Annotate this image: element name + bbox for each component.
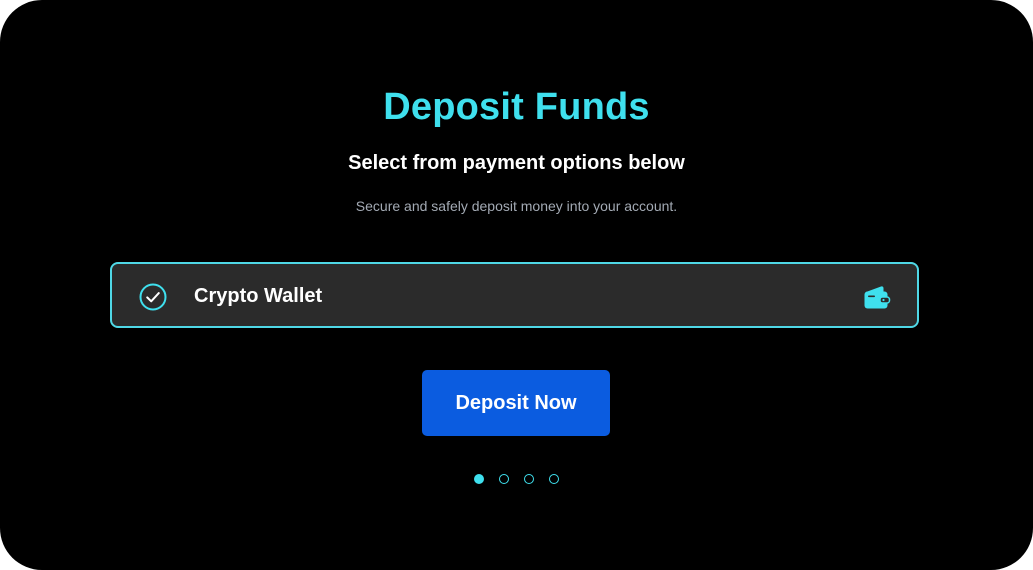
page-subtitle: Select from payment options below — [348, 152, 685, 174]
check-circle-icon — [139, 283, 167, 311]
deposit-card: Deposit Funds Select from payment option… — [0, 0, 1033, 570]
deposit-now-button[interactable]: Deposit Now — [422, 370, 610, 436]
pagination-dot-1[interactable] — [474, 474, 484, 484]
payment-option-crypto-wallet[interactable]: Crypto Wallet — [110, 262, 919, 328]
helper-text: Secure and safely deposit money into you… — [355, 198, 678, 214]
pagination-dots — [474, 474, 564, 484]
page-title: Deposit Funds — [383, 86, 650, 128]
pagination-dot-4[interactable] — [549, 474, 559, 484]
wallet-icon — [864, 286, 891, 309]
pagination-dot-2[interactable] — [499, 474, 509, 484]
payment-option-label: Crypto Wallet — [194, 285, 323, 307]
pagination-dot-3[interactable] — [524, 474, 534, 484]
